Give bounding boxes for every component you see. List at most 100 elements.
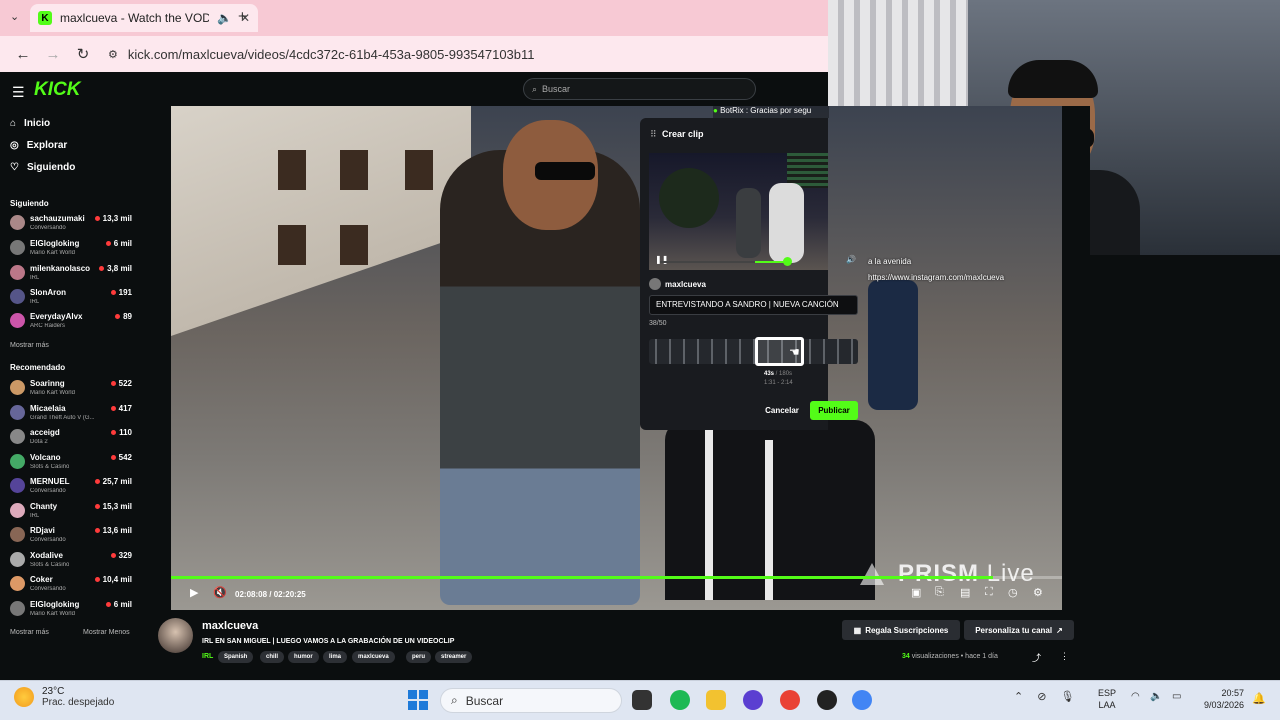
channel-avatar[interactable] [158,618,193,653]
channel-item[interactable]: EverydayAlvx ARC Raiders 89 [10,311,134,333]
new-tab-icon[interactable]: + [238,8,247,25]
channel-item[interactable]: Micaelaia Grand Theft Auto V (G... 417 [10,403,134,425]
video-person [868,280,918,410]
avatar [10,313,25,328]
gift-subs-button[interactable]: ▦ Regala Suscripciones [842,620,960,640]
reload-icon[interactable]: ↻ [68,45,98,63]
microphone-icon[interactable]: 🎙 [1060,690,1074,703]
customize-channel-button[interactable]: Personaliza tu canal ↗ [964,620,1074,640]
system-tray: ⌃ ⊘ 🎙 [1014,690,1074,703]
clip-preview-tree [659,168,719,228]
channel-item[interactable]: milenkanolasco IRL 3,8 mil [10,263,134,285]
search-input[interactable]: ⌕ Buscar [523,78,756,100]
site-settings-icon[interactable]: ⚙ [108,48,118,61]
show-less-link[interactable]: Mostrar Menos [83,629,130,636]
spotify-icon[interactable] [670,690,690,710]
channel-item[interactable]: SlonAron IRL 191 [10,287,134,309]
sidebar-item-inicio[interactable]: ⌂ Inicio [10,118,50,129]
tag-chip[interactable]: humor [288,651,319,663]
search-icon: ⌕ [532,83,538,94]
url-field[interactable]: ⚙ kick.com/maxlcueva/videos/4cdc372c-61b… [108,47,535,62]
channel-item[interactable]: ElGlogloking Mario Kart World 6 mil [10,599,134,621]
more-options-icon[interactable]: ⋮ [1060,651,1069,662]
channel-item[interactable]: ElGlogloking Mario Kart World 6 mil [10,238,134,260]
chrome-active-icon[interactable] [852,690,872,710]
publish-button[interactable]: Publicar [810,401,858,420]
windows-start-icon[interactable] [408,690,428,710]
avatar [10,576,25,591]
video-title: IRL EN SAN MIGUEL | LUEGO VAMOS A LA GRA… [202,638,455,645]
browser-tab[interactable]: K maxlcueva - Watch the VOD 🔈 ✕ [30,4,258,32]
channel-item[interactable]: Volcano Slots & Casino 542 [10,452,134,474]
show-more-link[interactable]: Mostrar más [10,629,49,636]
app-icon[interactable] [817,690,837,710]
chrome-icon[interactable] [780,690,800,710]
drag-handle-icon[interactable]: ⠿ [650,129,657,140]
avatar [10,503,25,518]
tag-chip[interactable]: Spanish [218,651,254,663]
chevron-up-icon[interactable]: ⌃ [1014,690,1023,703]
taskbar-search[interactable]: ⌕ Buscar [440,688,622,713]
back-icon[interactable]: ← [8,46,38,63]
category-link[interactable]: IRL [202,653,213,660]
video-window [278,225,306,265]
channel-item[interactable]: sachauzumaki Conversando 13,3 mil [10,213,134,235]
taskbar-clock[interactable]: 20:57 9/03/2026 [1196,687,1244,711]
volume-icon[interactable]: 🔊 [846,255,856,264]
weather-sun-icon [14,687,34,707]
tag-chip[interactable]: streamer [435,651,473,663]
captions-icon[interactable]: ▤ [960,586,970,599]
file-explorer-icon[interactable] [706,690,726,710]
tab-title: maxlcueva - Watch the VOD [60,11,209,25]
clip-icon[interactable]: ⎘ [935,586,944,599]
tag-chip[interactable]: peru [406,651,432,663]
share-icon[interactable]: ⤴ [1032,651,1041,664]
menu-icon[interactable]: ☰ [12,84,25,101]
fullscreen-icon[interactable]: ⛶ [985,586,993,599]
play-icon[interactable]: ▶ [190,586,198,599]
sidebar-item-siguiendo[interactable]: ♡ Siguiendo [10,162,75,173]
channel-item[interactable]: Soarinng Mario Kart World 522 [10,378,134,400]
hand-cursor-icon: ☚ [789,345,800,359]
channel-item[interactable]: Coker Conversando 10,4 mil [10,574,134,596]
clip-volume-knob[interactable] [783,257,792,266]
channel-item[interactable]: RDjavi Conversando 13,6 mil [10,525,134,547]
tab-list-icon[interactable]: ⌄ [10,10,19,23]
clip-timeline[interactable] [649,339,858,364]
kick-logo[interactable]: KICK [34,79,80,101]
obs-icon[interactable] [743,690,763,710]
weather-widget[interactable]: 23°C Prac. despejado [14,686,114,708]
tag-chip[interactable]: maxlcueva [352,651,395,663]
volume-icon[interactable]: 🔈 [1150,691,1162,702]
language-indicator[interactable]: ESP LAA [1098,687,1116,711]
settings-icon[interactable]: ⚙ [1033,586,1043,599]
clip-title-input[interactable]: ENTREVISTANDO A SANDRO | NUEVA CANCIÓN [649,295,858,315]
task-view-icon[interactable] [632,690,652,710]
avatar [10,601,25,616]
tag-chip[interactable]: lima [323,651,348,663]
show-more-link[interactable]: Mostrar más [10,342,49,349]
channel-item[interactable]: Xodalive Slots & Casino 329 [10,550,134,572]
tag-chip[interactable]: chill [260,651,285,663]
theater-icon[interactable]: ▣ [911,586,921,599]
external-link-icon: ↗ [1056,625,1063,635]
battery-icon[interactable]: ▭ [1172,691,1181,702]
channel-item[interactable]: Chanty IRL 15,3 mil [10,501,134,523]
network-off-icon[interactable]: ⊘ [1037,690,1046,703]
speed-icon[interactable]: ◷ [1008,586,1018,599]
channel-item[interactable]: MERNUEL Conversando 25,7 mil [10,476,134,498]
video-window [340,225,368,265]
video-progress-fill [171,576,993,579]
channel-name[interactable]: maxlcueva [202,620,258,632]
cancel-button[interactable]: Cancelar [760,402,804,419]
channel-item[interactable]: acceigd Dota 2 110 [10,427,134,449]
wifi-icon[interactable]: ◠ [1131,691,1140,702]
clip-timeline-bars [649,339,858,364]
clip-preview[interactable] [649,153,828,270]
notification-icon[interactable]: 🔔 [1252,692,1266,705]
speaker-icon[interactable]: 🔈 [217,11,232,25]
sidebar-item-explorar[interactable]: ◎ Explorar [10,140,67,151]
search-icon: ⌕ [451,693,458,707]
mute-icon[interactable]: 🔇 [213,586,227,599]
forward-icon[interactable]: → [38,46,68,63]
